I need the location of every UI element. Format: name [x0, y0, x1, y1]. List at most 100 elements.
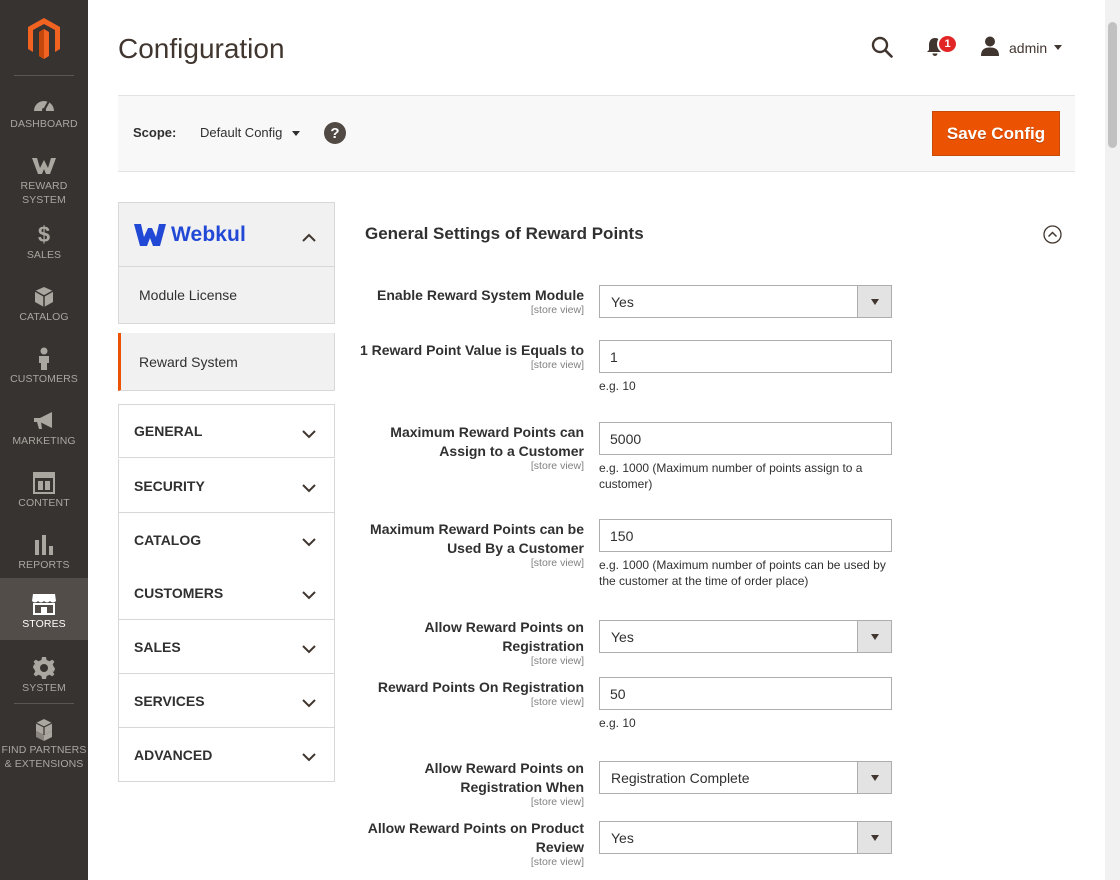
scope-label: Scope: — [133, 125, 177, 140]
webkul-logo-icon — [134, 224, 166, 246]
nav-label: CONTENT — [18, 497, 70, 509]
chevron-up-icon[interactable] — [302, 229, 316, 247]
nav-label: SALES — [26, 249, 62, 261]
scope-note: [store view] — [530, 796, 584, 808]
select-value: Registration Complete — [611, 769, 750, 786]
registration-when-select[interactable]: Registration Complete — [599, 761, 892, 794]
scope-note: [store view] — [530, 557, 584, 569]
search-icon[interactable] — [871, 36, 893, 63]
scope-note: [store view] — [530, 460, 584, 472]
user-avatar-icon — [980, 36, 1000, 59]
section-label: ADVANCED — [134, 746, 213, 763]
page-title: Configuration — [118, 33, 285, 64]
field-label-product-review: Allow Reward Points on Product Review [s… — [354, 819, 584, 868]
help-icon[interactable]: ? — [324, 122, 346, 144]
scope-note: [store view] — [530, 655, 584, 667]
save-config-button[interactable]: Save Config — [932, 111, 1060, 156]
webkul-brand-text: Webkul — [171, 223, 246, 246]
section-customers[interactable]: CUSTOMERS — [118, 566, 335, 620]
scope-note: [store view] — [530, 304, 584, 316]
nav-item-catalog[interactable]: CATALOG — [0, 279, 88, 341]
field-label-text: Allow Reward Points on Registration When — [424, 760, 584, 795]
person-icon — [37, 347, 51, 371]
section-general[interactable]: GENERAL — [118, 404, 335, 458]
field-label-registration-points: Reward Points On Registration [store vie… — [354, 678, 584, 708]
nav-item-reward-system[interactable]: REWARD SYSTEM — [0, 148, 88, 210]
field-note: e.g. 1000 (Maximum number of points can … — [599, 558, 886, 588]
field-label-text: Maximum Reward Points can be Used By a C… — [370, 521, 584, 556]
dashboard-icon — [32, 92, 56, 116]
nav-label: FIND PARTNERS & EXTENSIONS — [1, 744, 87, 770]
field-label-text: Reward Points On Registration — [377, 679, 584, 695]
dollar-icon: $ — [37, 222, 51, 247]
webkul-tab-header[interactable]: Webkul — [118, 202, 335, 266]
webkul-w-icon — [31, 154, 57, 178]
nav-label: MARKETING — [12, 435, 76, 447]
section-services[interactable]: SERVICES — [118, 674, 335, 728]
chevron-down-icon — [857, 621, 891, 652]
layout-icon — [33, 471, 55, 495]
gear-icon — [32, 656, 56, 680]
field-note: e.g. 10 — [599, 716, 636, 730]
field-label-text: Allow Reward Points on Registration — [424, 619, 584, 654]
scope-note: [store view] — [530, 696, 584, 708]
user-menu[interactable]: admin — [980, 36, 1063, 59]
collapse-circle-icon[interactable] — [1043, 225, 1062, 249]
section-security[interactable]: SECURITY — [118, 459, 335, 513]
registration-points-input[interactable] — [599, 677, 892, 710]
tab-module-license[interactable]: Module License — [118, 266, 335, 324]
nav-item-marketing[interactable]: MARKETING — [0, 403, 88, 465]
cubes-icon — [32, 718, 56, 742]
chevron-down-icon — [857, 762, 891, 793]
nav-item-customers[interactable]: CUSTOMERS — [0, 341, 88, 403]
field-label-text: 1 Reward Point Value is Equals to — [359, 342, 584, 358]
section-title: General Settings of Reward Points — [365, 224, 644, 243]
nav-item-dashboard[interactable]: DASHBOARD — [0, 86, 88, 148]
scope-note: [store view] — [530, 359, 584, 371]
field-label-point-value: 1 Reward Point Value is Equals to [store… — [354, 341, 584, 371]
nav-label: CUSTOMERS — [10, 373, 78, 385]
scope-note: [store view] — [530, 856, 584, 868]
max-assign-input[interactable] — [599, 422, 892, 455]
nav-label: STORES — [22, 618, 66, 630]
nav-label: REWARD SYSTEM — [20, 180, 68, 206]
admin-sidebar: DASHBOARD REWARD SYSTEM $ SALES CATALOG … — [0, 0, 88, 880]
enable-module-select[interactable]: Yes — [599, 285, 892, 318]
field-note: e.g. 10 — [599, 379, 636, 393]
section-sales[interactable]: SALES — [118, 620, 335, 674]
section-advanced[interactable]: ADVANCED — [118, 728, 335, 782]
scope-bar: Scope: Default Config ? Save Config — [118, 95, 1075, 172]
chevron-down-icon — [302, 749, 316, 765]
nav-item-stores[interactable]: STORES — [0, 578, 88, 640]
max-used-input[interactable] — [599, 519, 892, 552]
tab-label: Module License — [139, 287, 238, 303]
field-label-registration-when: Allow Reward Points on Registration When… — [354, 759, 584, 808]
page-scrollbar[interactable] — [1105, 0, 1120, 880]
section-catalog[interactable]: CATALOG — [118, 513, 335, 567]
chevron-down-icon — [1054, 45, 1063, 50]
nav-divider — [14, 75, 74, 76]
nav-label: CATALOG — [19, 311, 69, 323]
notification-count-badge[interactable]: 1 — [937, 34, 958, 54]
chevron-down-icon — [302, 426, 316, 442]
product-review-select[interactable]: Yes — [599, 821, 892, 854]
tab-reward-system[interactable]: Reward System — [118, 333, 335, 391]
scrollbar-thumb[interactable] — [1108, 22, 1117, 148]
select-value: Yes — [611, 829, 634, 846]
megaphone-icon — [32, 409, 56, 433]
tab-label: Reward System — [139, 353, 238, 370]
nav-item-sales[interactable]: $ SALES — [0, 217, 88, 279]
nav-item-find-partners[interactable]: FIND PARTNERS & EXTENSIONS — [0, 712, 88, 772]
nav-item-content[interactable]: CONTENT — [0, 465, 88, 527]
scope-switcher[interactable]: Default Config — [200, 125, 301, 140]
section-label: SALES — [134, 638, 181, 655]
magento-logo-icon[interactable] — [0, 12, 88, 64]
allow-registration-select[interactable]: Yes — [599, 620, 892, 653]
chevron-down-icon — [857, 822, 891, 853]
field-label-max-used: Maximum Reward Points can be Used By a C… — [354, 520, 584, 569]
section-label: SERVICES — [134, 692, 205, 709]
field-label-text: Allow Reward Points on Product Review — [367, 820, 584, 855]
select-value: Yes — [611, 293, 634, 310]
point-value-input[interactable] — [599, 340, 892, 373]
chevron-down-icon — [857, 286, 891, 317]
